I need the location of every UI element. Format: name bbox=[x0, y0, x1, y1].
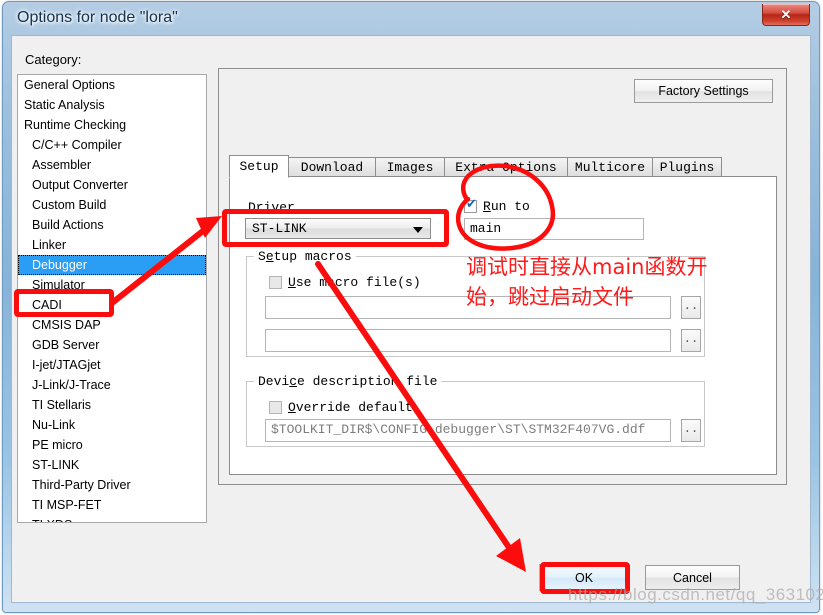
device-description-title: Device description file bbox=[254, 374, 442, 389]
category-item-output-converter[interactable]: Output Converter bbox=[18, 175, 206, 195]
category-item-cadi[interactable]: CADI bbox=[18, 295, 206, 315]
run-to-input[interactable]: main bbox=[464, 218, 644, 240]
macro-file-browse-button-1[interactable]: .. bbox=[681, 296, 701, 319]
use-macro-file-label: Use macro file(s) bbox=[288, 275, 421, 290]
category-item-runtime-checking[interactable]: Runtime Checking bbox=[18, 115, 206, 135]
cancel-button[interactable]: Cancel bbox=[645, 565, 740, 590]
category-item-assembler[interactable]: Assembler bbox=[18, 155, 206, 175]
screenshot-root: Options for node "lora" ✕ Category: Gene… bbox=[0, 0, 823, 615]
tab-setup[interactable]: Setup bbox=[229, 155, 289, 178]
tab-plugins[interactable]: Plugins bbox=[652, 157, 722, 177]
macro-file-browse-button-2[interactable]: .. bbox=[681, 329, 701, 352]
category-item-ti-xds[interactable]: TI XDS bbox=[18, 515, 206, 522]
close-icon: ✕ bbox=[780, 6, 792, 22]
category-item-general-options[interactable]: General Options bbox=[18, 75, 206, 95]
category-item-j-link-j-trace[interactable]: J-Link/J-Trace bbox=[18, 375, 206, 395]
ok-button[interactable]: OK bbox=[540, 565, 628, 590]
close-button[interactable]: ✕ bbox=[762, 4, 810, 26]
driver-label: Driver bbox=[248, 200, 295, 215]
device-description-path-input[interactable]: $TOOLKIT_DIR$\CONFIG\debugger\ST\STM32F4… bbox=[265, 419, 671, 442]
title-bar: Options for node "lora" ✕ bbox=[3, 2, 819, 36]
category-item-i-jet-jtagjet[interactable]: I-jet/JTAGjet bbox=[18, 355, 206, 375]
check-icon: ✔ bbox=[466, 197, 477, 212]
category-item-c-c-compiler[interactable]: C/C++ Compiler bbox=[18, 135, 206, 155]
tab-strip[interactable]: Setup Download Images Extra Options Multicor… bbox=[229, 155, 777, 178]
use-macro-file-checkbox[interactable] bbox=[269, 276, 282, 289]
tab-download[interactable]: Download bbox=[288, 157, 376, 177]
macro-file-input-2[interactable] bbox=[265, 329, 671, 352]
override-default-label: Override default bbox=[288, 400, 413, 415]
category-label: Category: bbox=[25, 52, 82, 67]
category-item-debugger[interactable]: Debugger bbox=[18, 255, 206, 275]
category-item-static-analysis[interactable]: Static Analysis bbox=[18, 95, 206, 115]
tab-images[interactable]: Images bbox=[375, 157, 445, 177]
tab-multicore[interactable]: Multicore bbox=[567, 157, 653, 177]
category-item-build-actions[interactable]: Build Actions bbox=[18, 215, 206, 235]
driver-select[interactable]: ST-LINK bbox=[245, 218, 431, 239]
chevron-down-icon bbox=[413, 227, 423, 233]
category-list[interactable]: General Options Static Analysis Runtime Ch… bbox=[17, 74, 207, 523]
category-item-linker[interactable]: Linker bbox=[18, 235, 206, 255]
category-item-st-link[interactable]: ST-LINK bbox=[18, 455, 206, 475]
run-to-label: Run to bbox=[483, 199, 530, 214]
driver-select-value: ST-LINK bbox=[252, 221, 307, 236]
category-item-ti-stellaris[interactable]: TI Stellaris bbox=[18, 395, 206, 415]
category-item-ti-msp-fet[interactable]: TI MSP-FET bbox=[18, 495, 206, 515]
tab-extra-options[interactable]: Extra Options bbox=[444, 157, 568, 177]
category-item-gdb-server[interactable]: GDB Server bbox=[18, 335, 206, 355]
run-to-checkbox[interactable]: ✔ bbox=[464, 197, 477, 213]
category-item-simulator[interactable]: Simulator bbox=[18, 275, 206, 295]
device-description-browse-button[interactable]: .. bbox=[681, 419, 701, 442]
override-default-checkbox[interactable] bbox=[269, 401, 282, 414]
window-title: Options for node "lora" bbox=[17, 9, 178, 26]
category-item-cmsis-dap[interactable]: CMSIS DAP bbox=[18, 315, 206, 335]
setup-macros-title: Setup macros bbox=[254, 249, 356, 264]
macro-file-input-1[interactable] bbox=[265, 296, 671, 319]
factory-settings-button[interactable]: Factory Settings bbox=[634, 79, 773, 103]
category-item-pe-micro[interactable]: PE micro bbox=[18, 435, 206, 455]
category-item-third-party-driver[interactable]: Third-Party Driver bbox=[18, 475, 206, 495]
category-item-nu-link[interactable]: Nu-Link bbox=[18, 415, 206, 435]
category-item-custom-build[interactable]: Custom Build bbox=[18, 195, 206, 215]
